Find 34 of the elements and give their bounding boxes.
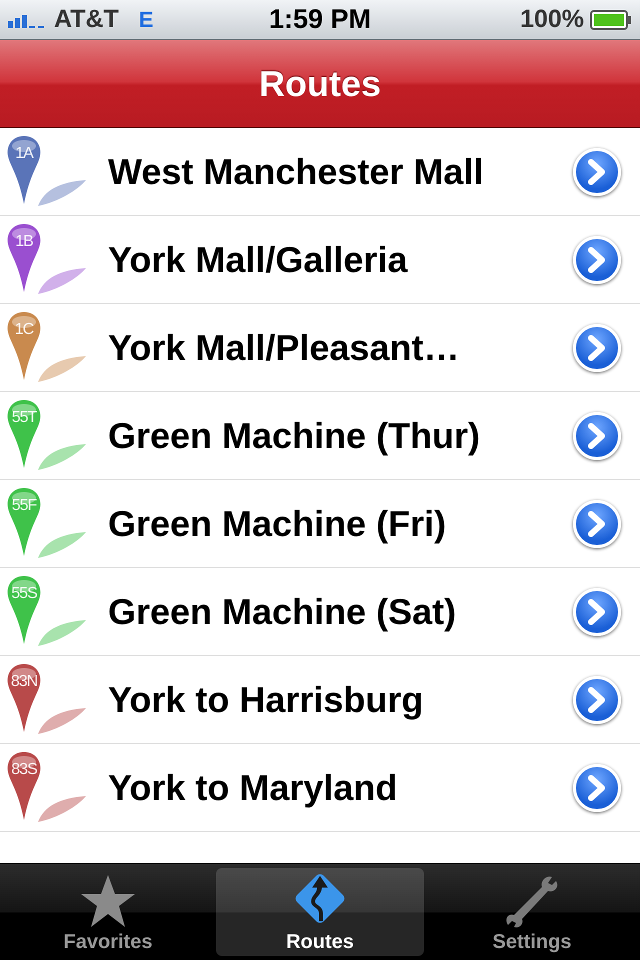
route-name[interactable]: York Mall/Pleasant… [108,326,573,368]
chevron-icon [586,510,608,536]
route-name[interactable]: West Manchester Mall [108,150,573,192]
chevron-icon [586,774,608,800]
battery-percent: 100% [520,5,584,34]
chevron-icon [586,334,608,360]
nav-title: Routes [258,62,381,104]
battery-icon [590,10,632,30]
chevron-icon [586,598,608,624]
route-name[interactable]: Green Machine (Sat) [108,590,573,632]
network-type: E [138,6,154,32]
tab-button[interactable]: Routes [216,868,424,956]
route-code: 83N [10,672,38,690]
chevron-icon [586,422,608,448]
tab-button[interactable]: Favorites [4,868,212,956]
carrier-name: AT&T [54,5,119,34]
route-code: 1A [14,144,34,162]
route-name[interactable]: Green Machine (Thur) [108,414,573,456]
chevron-icon [586,246,608,272]
route-name[interactable]: York to Maryland [108,766,573,808]
star-icon [79,873,137,929]
route-code: 55S [10,584,38,602]
route-code: 1B [14,232,34,250]
clock-time: 1:59 PM [268,4,372,35]
chevron-icon [586,158,608,184]
chevron-icon [586,686,608,712]
route-code: 55F [10,496,38,514]
route-name[interactable]: York Mall/Galleria [108,238,573,280]
route-name[interactable]: York to Harrisburg [108,678,573,720]
tab-button[interactable]: Settings [428,868,636,956]
route-code: 55T [10,408,38,426]
route-code: 1C [14,320,34,338]
route-name[interactable]: Green Machine (Fri) [108,502,573,544]
route-code: 83S [10,760,38,778]
